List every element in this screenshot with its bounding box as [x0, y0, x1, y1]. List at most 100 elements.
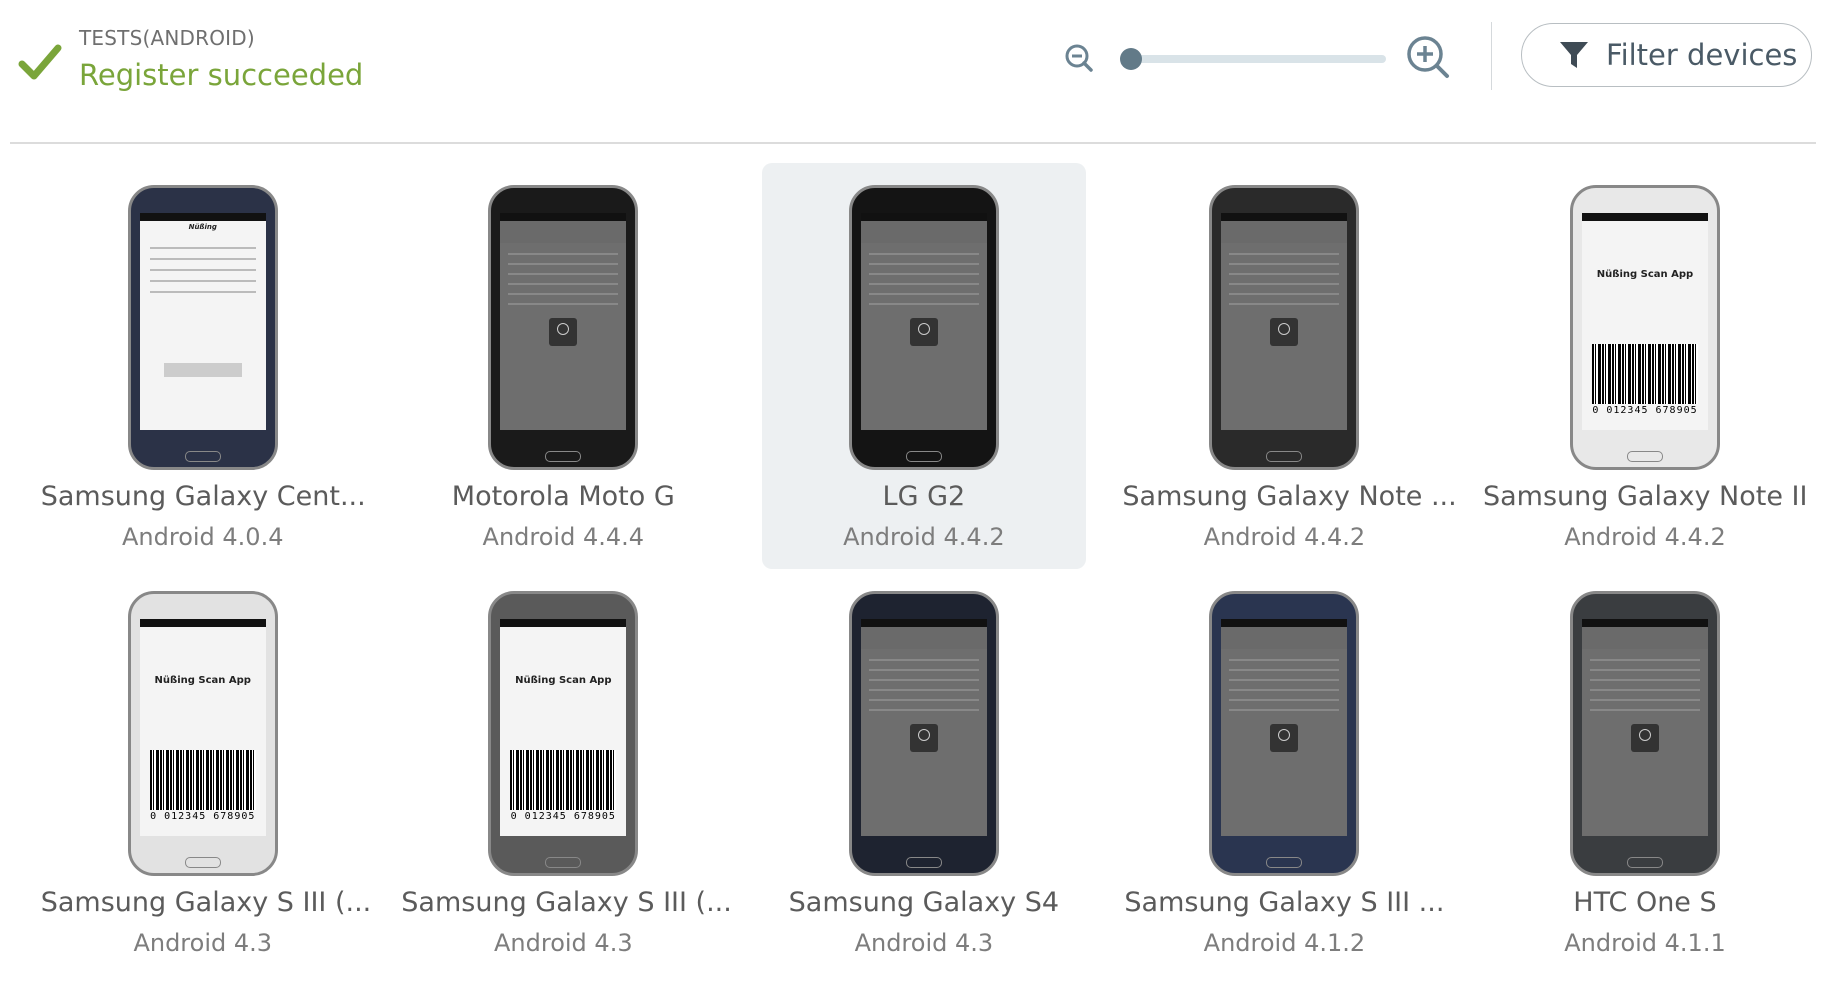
app-logo: Nüßing [188, 223, 217, 231]
status-bar [500, 213, 627, 221]
device-name: Motorola Moto G [451, 481, 675, 512]
device-name: Samsung Galaxy Note II [1482, 481, 1808, 512]
home-button-icon [1266, 857, 1303, 868]
device-card[interactable]: Nüßing Samsung Galaxy Cent... Android 4.0.… [40, 163, 366, 569]
phone-screen [1581, 619, 1708, 836]
form-fields [508, 253, 619, 313]
home-button-icon [905, 857, 942, 868]
form-fields [149, 247, 256, 302]
home-button-icon [1626, 451, 1663, 462]
phone-screen: Nüßing [139, 213, 266, 430]
form-fields [868, 659, 979, 719]
form-fields [1589, 659, 1700, 719]
loading-spinner-icon [1630, 724, 1659, 753]
funnel-icon [1560, 42, 1588, 68]
device-card[interactable]: Nüßing Scan App 0 012345 678905 Samsung Ga… [401, 569, 732, 975]
loading-spinner-icon [549, 318, 578, 347]
phone-screen [860, 619, 987, 836]
device-image [848, 591, 999, 876]
device-card[interactable]: Samsung Galaxy S III ... Android 4.1.2 [1122, 569, 1446, 975]
app-bar [1581, 627, 1708, 649]
app-bar [1221, 221, 1348, 243]
status-bar [860, 619, 987, 627]
home-button-icon [1626, 857, 1663, 868]
device-image: Nüßing Scan App 0 012345 678905 [1569, 185, 1720, 470]
device-os-version: Android 4.4.2 [1203, 523, 1366, 551]
device-name: HTC One S [1573, 887, 1717, 918]
zoom-in-icon[interactable] [1405, 34, 1451, 80]
slider-track [1126, 55, 1386, 63]
home-button-icon [905, 451, 942, 462]
barcode-number: 0 012345 678905 [150, 811, 256, 822]
home-button-icon [1266, 451, 1303, 462]
home-button-icon [184, 857, 221, 868]
status-bar [139, 619, 266, 627]
app-title: Nüßing Scan App [1596, 269, 1694, 280]
vertical-divider [1491, 22, 1492, 90]
device-image [1209, 185, 1360, 470]
device-name: LG G2 [882, 481, 966, 512]
device-image [488, 185, 639, 470]
device-card[interactable]: Motorola Moto G Android 4.4.4 [401, 163, 725, 569]
toolbar-header: TESTS(ANDROID) Register succeeded Filter… [0, 0, 1830, 144]
device-os-version: Android 4.4.2 [843, 523, 1005, 551]
device-card[interactable]: LG G2 Android 4.4.2 [761, 163, 1086, 569]
status-bar [860, 213, 987, 221]
app-bar [860, 627, 987, 649]
phone-screen [860, 213, 987, 430]
barcode-number: 0 012345 678905 [510, 811, 616, 822]
device-os-version: Android 4.3 [494, 929, 633, 957]
barcode-image [149, 750, 256, 810]
filter-button-label: Filter devices [1606, 38, 1798, 72]
device-name: Samsung Galaxy S III ... [1124, 887, 1445, 918]
device-name: Samsung Galaxy Cent... [40, 481, 366, 512]
phone-screen [500, 213, 627, 430]
home-button-icon [545, 857, 582, 868]
header-divider [10, 142, 1816, 144]
device-image: Nüßing Scan App 0 012345 678905 [488, 591, 639, 876]
device-name: Samsung Galaxy S III (... [40, 887, 372, 918]
status-bar [500, 619, 627, 627]
device-os-version: Android 4.1.1 [1564, 929, 1726, 957]
app-title: Nüßing Scan App [154, 675, 251, 686]
barcode-image [510, 750, 617, 810]
device-card[interactable]: Samsung Galaxy S4 Android 4.3 [762, 569, 1086, 975]
app-bar [1221, 627, 1348, 649]
submit-button-preview [163, 363, 242, 377]
device-os-version: Android 4.1.2 [1203, 929, 1366, 957]
status-text: Register succeeded [79, 58, 364, 92]
home-button-icon [545, 451, 582, 462]
device-os-version: Android 4.3 [854, 929, 994, 957]
app-bar [860, 221, 987, 243]
suite-title: TESTS(ANDROID) [79, 26, 255, 50]
device-image [1569, 591, 1720, 876]
device-os-version: Android 4.3 [133, 929, 273, 957]
home-button-icon [184, 451, 221, 462]
check-icon [18, 44, 62, 80]
device-card[interactable]: HTC One S Android 4.1.1 [1483, 569, 1807, 975]
device-name: Samsung Galaxy S III (... [401, 887, 732, 918]
device-card[interactable]: Samsung Galaxy Note ... Android 4.4.2 [1122, 163, 1457, 569]
device-card[interactable]: Nüßing Scan App 0 012345 678905 Samsung Ga… [1483, 163, 1807, 569]
device-image: Nüßing [127, 185, 278, 470]
phone-screen: Nüßing Scan App 0 012345 678905 [139, 619, 266, 836]
device-card[interactable]: Nüßing Scan App 0 012345 678905 Samsung Ga… [40, 569, 372, 975]
app-bar [500, 221, 627, 243]
zoom-slider[interactable] [1120, 48, 1386, 70]
device-os-version: Android 4.4.4 [482, 523, 645, 551]
barcode-number: 0 012345 678905 [1592, 405, 1698, 416]
device-os-version: Android 4.0.4 [121, 523, 284, 551]
filter-devices-button[interactable]: Filter devices [1521, 23, 1812, 87]
device-name: Samsung Galaxy S4 [788, 887, 1060, 918]
loading-spinner-icon [1270, 724, 1299, 753]
status-bar [1581, 213, 1708, 221]
app-title: Nüßing Scan App [515, 675, 612, 686]
zoom-out-icon[interactable] [1064, 43, 1094, 73]
phone-screen [1221, 213, 1348, 430]
device-name: Samsung Galaxy Note ... [1122, 481, 1457, 512]
device-image [848, 185, 999, 470]
slider-thumb[interactable] [1120, 48, 1142, 70]
device-image: Nüßing Scan App 0 012345 678905 [127, 591, 278, 876]
device-image [1209, 591, 1360, 876]
loading-spinner-icon [909, 724, 938, 753]
